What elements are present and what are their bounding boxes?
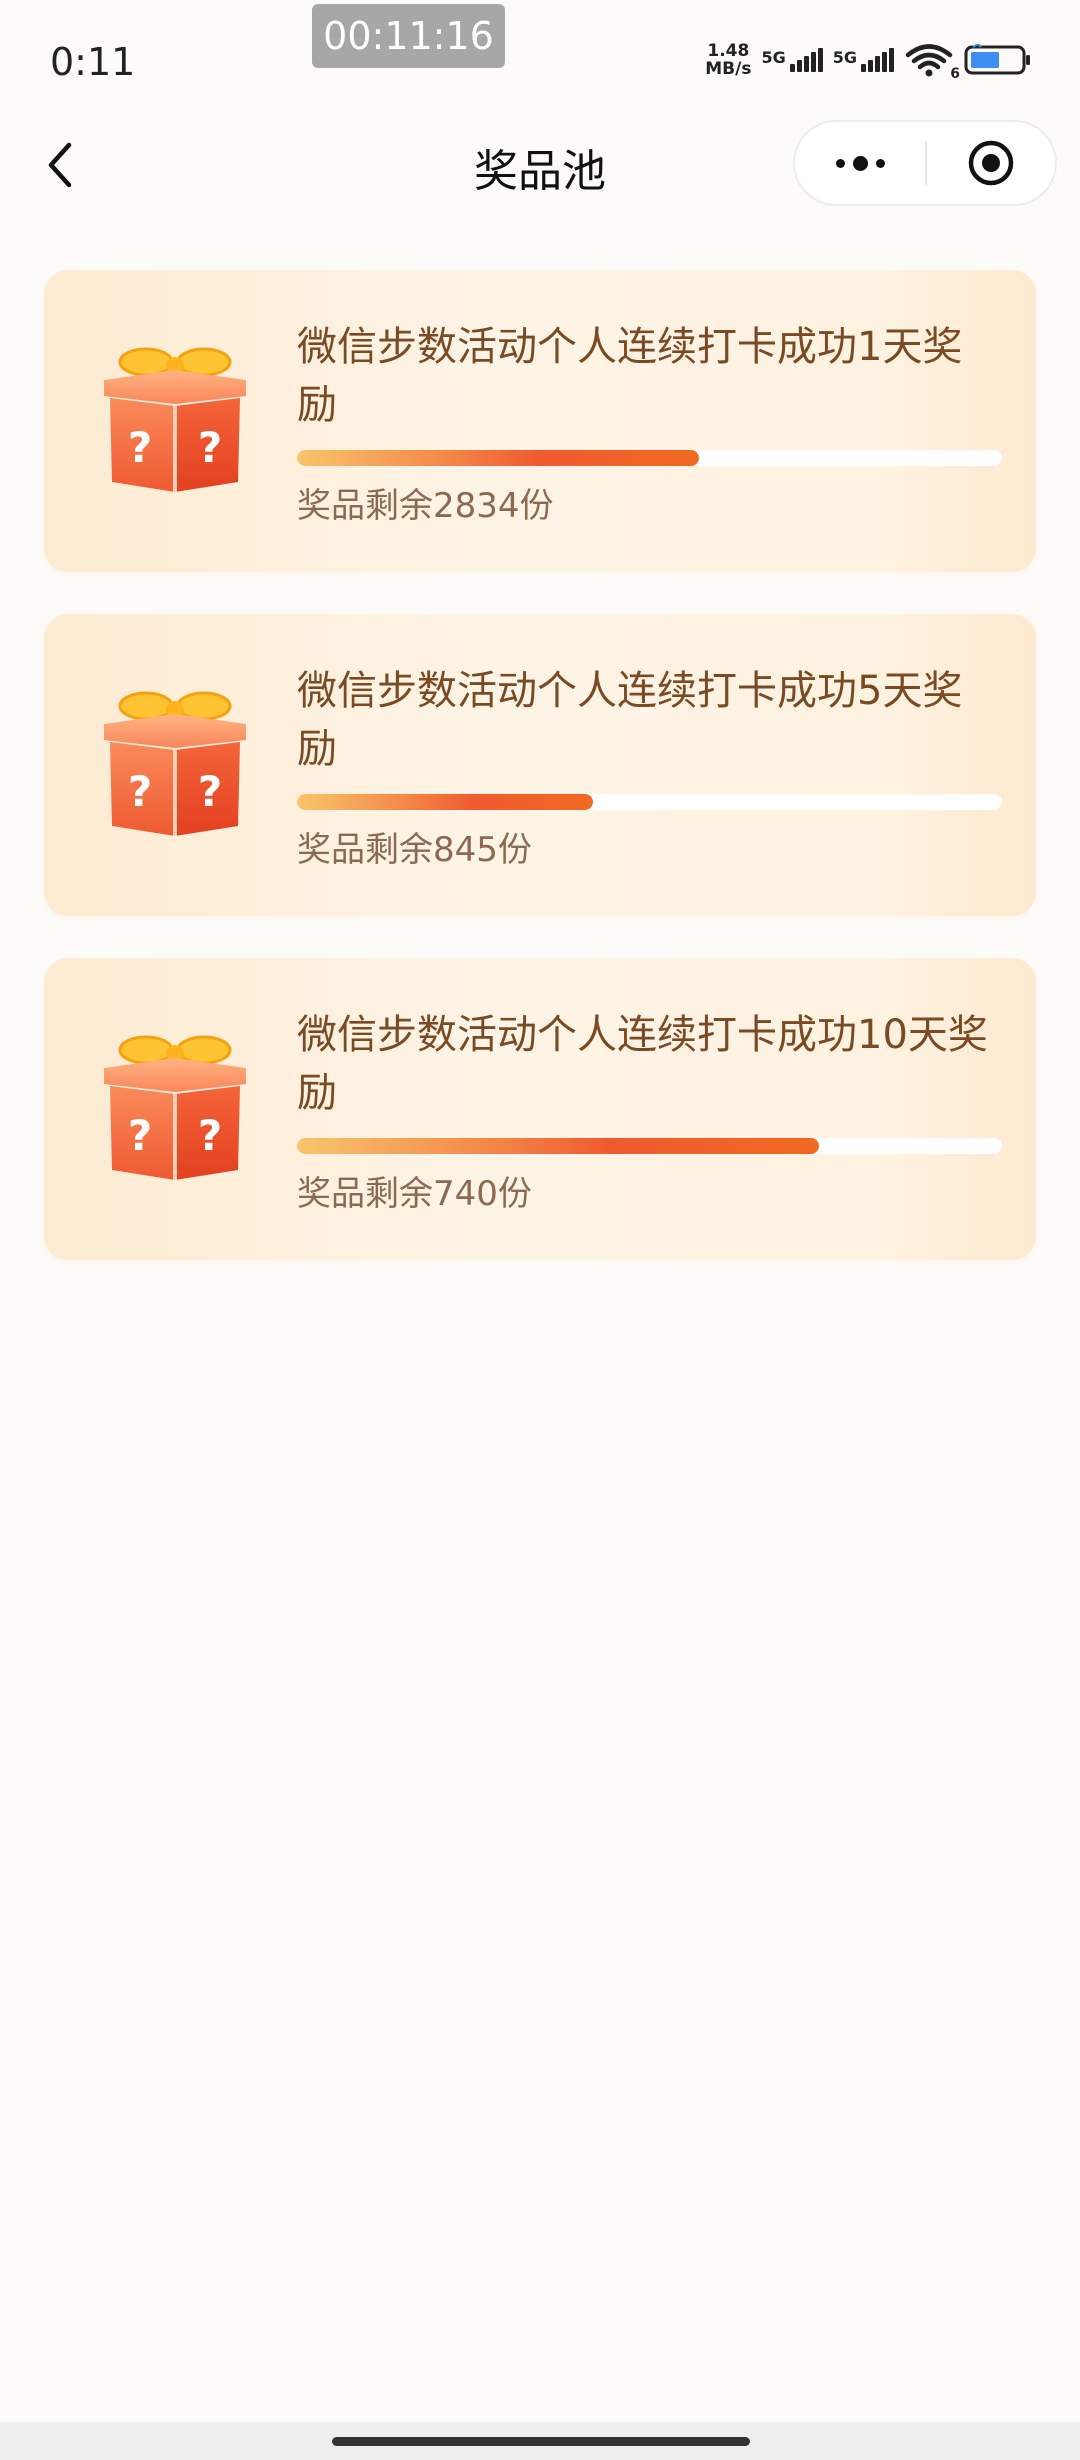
nav-bar: 奖品池 [0,110,1080,220]
wifi-badge: 6 [950,66,960,82]
prize-title: 微信步数活动个人连续打卡成功5天奖励 [297,668,963,772]
stock-progress-bar [297,450,1002,466]
battery-icon [964,44,1032,76]
more-dots-icon-center [852,155,868,171]
more-button[interactable] [795,122,925,204]
prize-card[interactable]: ? ? 微信步数活动个人连续打卡成功10天奖励 奖品剩余740份 [44,958,1036,1260]
home-indicator[interactable] [332,2437,750,2446]
network-speed-value: 1.48 [707,41,750,61]
svg-text:?: ? [128,423,152,472]
more-dots-icon-right [875,158,885,168]
mystery-gift-box-icon: ? ? [96,342,254,500]
prize-list: ? ? 微信步数活动个人连续打卡成功1天奖励 奖品剩余2834份 ? ? 微信步… [44,270,1036,1302]
svg-text:?: ? [128,1111,152,1160]
more-dots-icon [835,158,845,168]
sim1-label: 5G [761,48,786,67]
prize-card[interactable]: ? ? 微信步数活动个人连续打卡成功1天奖励 奖品剩余2834份 [44,270,1036,572]
screen-record-timer: 00:11:16 [312,4,505,68]
stock-progress-bar [297,1138,1002,1154]
target-circle-icon [968,140,1014,186]
stock-progress-fill [297,450,699,466]
prize-remaining: 奖品剩余845份 [297,830,532,870]
prize-card-body: 微信步数活动个人连续打卡成功1天奖励 奖品剩余2834份 [297,318,1002,527]
prize-card[interactable]: ? ? 微信步数活动个人连续打卡成功5天奖励 奖品剩余845份 [44,614,1036,916]
prize-remaining: 奖品剩余740份 [297,1174,532,1214]
stock-progress-fill [297,794,594,810]
svg-text:?: ? [198,767,222,816]
prize-remaining: 奖品剩余2834份 [297,486,554,526]
prize-title: 微信步数活动个人连续打卡成功10天奖励 [297,1012,988,1116]
prize-card-body: 微信步数活动个人连续打卡成功10天奖励 奖品剩余740份 [297,1006,1002,1215]
network-speed: 1.48 MB/s [705,42,751,78]
svg-text:?: ? [198,423,222,472]
wifi-icon: 6 [904,42,960,82]
stock-progress-fill [297,1138,819,1154]
signal-sim1-icon: 5G [761,48,823,72]
mystery-gift-box-icon: ? ? [96,686,254,844]
signal-sim2-icon: 5G [833,48,894,72]
svg-text:?: ? [198,1111,222,1160]
mystery-gift-box-icon: ? ? [96,1030,254,1188]
prize-card-body: 微信步数活动个人连续打卡成功5天奖励 奖品剩余845份 [297,662,1002,871]
mini-program-capsule [793,120,1057,206]
network-speed-unit: MB/s [705,59,752,79]
status-time: 0:11 [50,40,136,84]
sim2-label: 5G [832,48,857,67]
status-bar: 0:11 00:11:16 1.48 MB/s 5G 5G 6 [0,0,1080,110]
stock-progress-bar [297,794,1002,810]
prize-title: 微信步数活动个人连续打卡成功1天奖励 [297,324,963,428]
close-mini-program-button[interactable] [927,122,1055,204]
svg-text:?: ? [128,767,152,816]
status-icons: 1.48 MB/s 5G 5G 6 [705,42,1032,82]
